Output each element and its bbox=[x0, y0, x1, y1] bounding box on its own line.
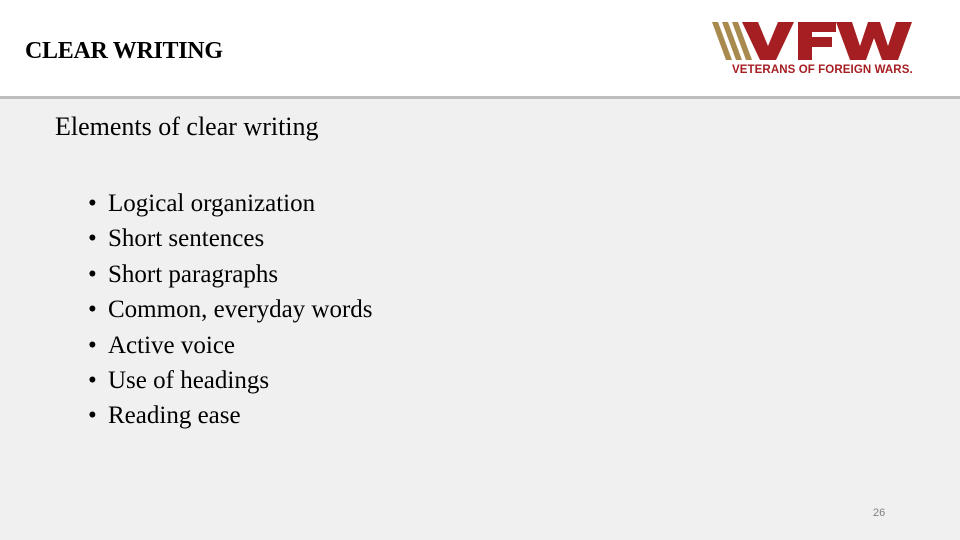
list-item-text: Short paragraphs bbox=[108, 260, 279, 288]
list-item: • Short sentences bbox=[88, 221, 373, 256]
list-item: • Active voice bbox=[88, 328, 373, 363]
slide-subtitle: Elements of clear writing bbox=[55, 112, 319, 141]
bullet-icon: • bbox=[88, 190, 97, 217]
bullet-icon: • bbox=[88, 367, 97, 395]
bullet-icon: • bbox=[88, 225, 97, 253]
list-item: • Reading ease bbox=[88, 398, 373, 433]
list-item: • Common, everyday words bbox=[88, 292, 373, 327]
list-item-text: Short sentences bbox=[108, 225, 265, 253]
list-item-text: Reading ease bbox=[108, 402, 241, 430]
list-item: • Use of headings bbox=[88, 363, 373, 398]
logo-tagline: VETERANS OF FOREIGN WARS. bbox=[732, 64, 913, 76]
logo-letter-w bbox=[836, 22, 912, 60]
header-divider bbox=[0, 96, 960, 99]
page-number: 26 bbox=[873, 507, 886, 519]
vfw-logo: VETERANS OF FOREIGN WARS. bbox=[712, 20, 924, 80]
list-item-text: Common, everyday words bbox=[108, 296, 373, 324]
bullet-list: • Logical organization • Short sentences •… bbox=[88, 186, 373, 434]
bullet-icon: • bbox=[88, 331, 97, 359]
logo-letter-f bbox=[798, 22, 836, 60]
bullet-icon: • bbox=[88, 296, 97, 324]
list-item-text: Use of headings bbox=[108, 367, 270, 395]
bullet-icon: • bbox=[88, 402, 97, 430]
vfw-logo-mark-icon bbox=[712, 22, 912, 60]
list-item: • Short paragraphs bbox=[88, 257, 373, 292]
list-item-text: Logical organization bbox=[108, 190, 316, 217]
list-item-text: Active voice bbox=[108, 331, 236, 359]
list-item: • Logical organization bbox=[88, 186, 373, 221]
slide-title: CLEAR WRITING bbox=[25, 38, 223, 64]
bullet-icon: • bbox=[88, 260, 97, 288]
